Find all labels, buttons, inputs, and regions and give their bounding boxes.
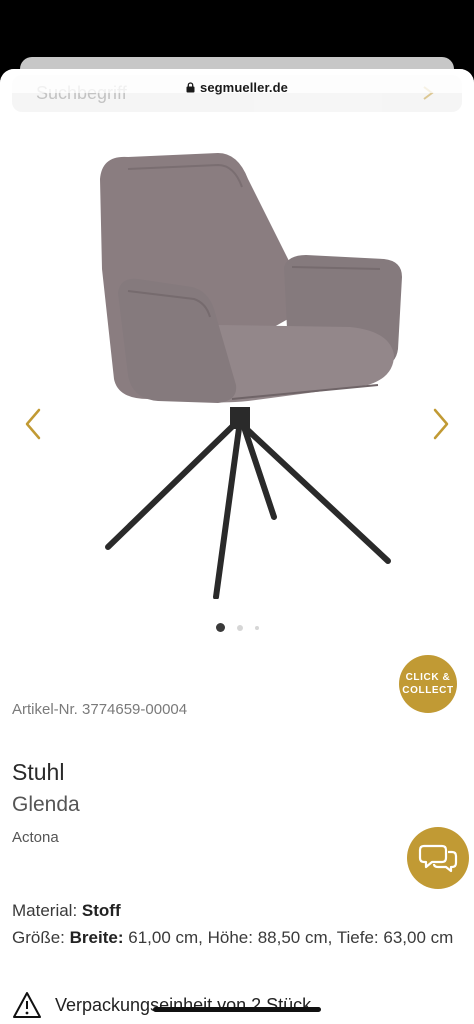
url-text: segmueller.de — [199, 79, 288, 95]
chevron-left-icon[interactable] — [22, 407, 44, 441]
chat-bubbles-icon — [418, 844, 458, 873]
browser-page: Suchbegriff segmueller.de CLICK & COLLEC… — [0, 69, 474, 1024]
address-bar[interactable]: segmueller.de — [0, 69, 474, 105]
badge-line-1: CLICK & — [405, 672, 451, 683]
pagination-dot-3[interactable] — [254, 625, 259, 630]
product-brand[interactable]: Actona — [12, 829, 59, 846]
home-indicator — [153, 1007, 321, 1012]
product-image[interactable] — [88, 149, 418, 599]
badge-line-2: COLLECT — [402, 685, 454, 696]
packaging-notice-text: Verpackungseinheit von 2 Stück — [55, 994, 312, 1015]
packaging-notice: Verpackungseinheit von 2 Stück — [12, 991, 311, 1019]
product-title: Stuhl — [12, 759, 65, 785]
spec-material: Material: Stoff — [12, 899, 464, 923]
size-label: Größe: — [12, 928, 65, 947]
spec-size: Größe: Breite: 61,00 cm, Höhe: 88,50 cm,… — [12, 926, 464, 950]
chat-button[interactable] — [407, 827, 469, 889]
product-gallery[interactable]: CLICK & COLLECT — [0, 139, 474, 713]
chevron-right-icon[interactable] — [430, 407, 452, 441]
warning-icon — [13, 992, 41, 1018]
size-value: 61,00 cm, Höhe: 88,50 cm, Tiefe: 63,00 c… — [128, 928, 454, 947]
material-label: Material: — [12, 901, 78, 920]
pagination-dot-2[interactable] — [236, 624, 243, 631]
pagination-dot-1[interactable] — [215, 623, 225, 632]
material-value: Stoff — [81, 901, 121, 920]
product-name: Glenda — [12, 793, 80, 816]
lock-icon — [186, 81, 195, 92]
click-collect-badge[interactable]: CLICK & COLLECT — [399, 655, 457, 713]
gallery-pagination — [0, 623, 474, 632]
article-number: Artikel-Nr. 3774659-00004 — [12, 701, 188, 718]
size-value-bold: Breite: — [69, 928, 124, 947]
